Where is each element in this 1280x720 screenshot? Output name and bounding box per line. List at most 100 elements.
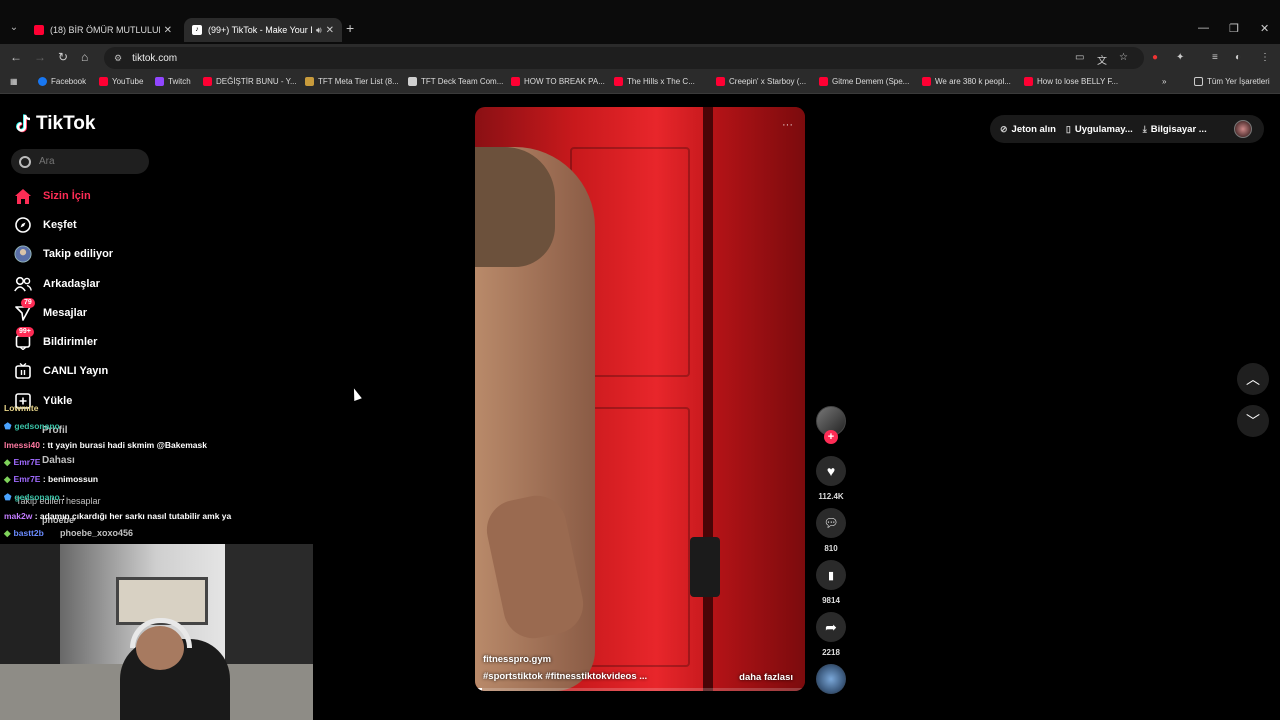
minimize-icon[interactable]: — xyxy=(1198,22,1209,34)
browser-tab-strip: ⌄ (18) BİR ÖMÜR MUTLULUKLAR ✕ ♪ (99+) Ti… xyxy=(0,0,1280,44)
forward-icon[interactable]: → xyxy=(34,50,46,64)
person-hair xyxy=(475,147,555,267)
window-close-icon[interactable]: ✕ xyxy=(1260,22,1269,35)
nav-live[interactable]: CANLI Yayın xyxy=(14,362,108,380)
nav-notifications[interactable]: 99+ Bildirimler xyxy=(14,327,97,351)
back-icon[interactable]: ← xyxy=(10,50,22,64)
bookmarks-overflow-icon[interactable]: » xyxy=(1162,77,1166,86)
bookmark-tft-deck[interactable]: TFT Deck Team Com... xyxy=(408,77,503,86)
nav-more[interactable]: Dahası xyxy=(42,455,75,466)
bookmark-gitme-demem[interactable]: Gitme Demem (Spe... xyxy=(819,77,909,86)
bookmark-the-hills[interactable]: The Hills x The C... xyxy=(614,77,695,86)
youtube-icon xyxy=(819,77,828,86)
video-more-menu-icon[interactable]: ··· xyxy=(782,119,793,131)
nav-for-you[interactable]: Sizin İçin xyxy=(14,187,91,205)
bookmarks-bar: ▦ Facebook YouTube Twitch DEĞİŞTİR BUNU … xyxy=(0,72,1280,94)
download-icon: ⤓ xyxy=(1142,123,1147,134)
bookmark-how-to-break[interactable]: HOW TO BREAK PA... xyxy=(511,77,605,86)
bookmark-youtube[interactable]: YouTube xyxy=(99,77,143,86)
chat-text: : xyxy=(59,492,65,502)
nav-friends[interactable]: Arkadaşlar xyxy=(14,275,100,293)
door-right xyxy=(713,107,805,691)
following-avatar-icon xyxy=(14,245,32,263)
share-button[interactable]: ➦ xyxy=(816,612,846,642)
previous-video-button[interactable]: ︿ xyxy=(1237,363,1269,395)
nav-explore[interactable]: Keşfet xyxy=(14,216,77,234)
tab-close-icon[interactable]: ✕ xyxy=(326,25,334,36)
get-app-button[interactable]: ▯ Uygulamay... xyxy=(1066,124,1133,135)
tft-deck-icon xyxy=(408,77,417,86)
video-progress-bar[interactable] xyxy=(475,688,805,691)
nav-messages[interactable]: 79 Mesajlar xyxy=(14,298,87,322)
chevron-down-icon: ﹀ xyxy=(1246,413,1260,429)
messages-badge: 79 xyxy=(21,298,35,308)
search-input[interactable] xyxy=(39,156,139,167)
chat-text: : adamın çıkardığı her sarkı nasıl tutab… xyxy=(32,511,232,521)
video-more-link[interactable]: daha fazlası xyxy=(739,672,793,683)
video-player[interactable]: ··· fitnesspro.gym #sportstiktok #fitnes… xyxy=(475,107,805,691)
bookmark-label: DEĞİŞTİR BUNU - Y... xyxy=(216,77,297,86)
desktop-app-button[interactable]: ⤓ Bilgisayar ... xyxy=(1143,124,1207,135)
nav-label: CANLI Yayın xyxy=(43,365,109,377)
mod-shield-icon: ⬟ xyxy=(4,492,12,502)
comment-count: 810 xyxy=(824,544,838,553)
share-count: 2218 xyxy=(822,648,840,657)
next-video-button[interactable]: ﹀ xyxy=(1237,405,1269,437)
nav-following[interactable]: Takip ediliyor xyxy=(14,245,113,263)
music-disc-icon[interactable] xyxy=(816,664,846,694)
nav-label: Sizin İçin xyxy=(43,190,91,202)
bookmark-label: HOW TO BREAK PA... xyxy=(524,77,605,86)
comment-button[interactable]: 💬︎ xyxy=(816,508,846,538)
site-info-icon[interactable]: ⚙ xyxy=(114,53,122,64)
bookmark-facebook[interactable]: Facebook xyxy=(38,77,86,86)
bookmark-380k[interactable]: We are 380 k peopl... xyxy=(922,77,1011,86)
save-button[interactable]: ▮ xyxy=(816,560,846,590)
tab-close-icon[interactable]: ✕ xyxy=(164,25,172,36)
desktop-app-label: Bilgisayar ... xyxy=(1150,123,1207,135)
reload-icon[interactable]: ↻ xyxy=(58,50,68,64)
translate-icon[interactable]: 文 xyxy=(1097,52,1107,67)
bookmark-degistir[interactable]: DEĞİŞTİR BUNU - Y... xyxy=(203,77,297,86)
folder-icon xyxy=(1194,77,1203,86)
apps-icon[interactable]: ▦ xyxy=(10,77,18,86)
bookmark-twitch[interactable]: Twitch xyxy=(155,77,191,86)
like-button[interactable]: ♥ xyxy=(816,456,846,486)
tab-title: (99+) TikTok - Make Your Da xyxy=(208,25,312,35)
bookmark-label: TFT Meta Tier List (8... xyxy=(318,77,399,86)
star-icon[interactable]: ☆ xyxy=(1119,52,1128,63)
chat-message: ◆ Emr7E : benimossun xyxy=(4,474,98,485)
speaker-icon[interactable]: 🔊︎ xyxy=(316,25,322,36)
followed-account-2[interactable]: phoebe_xoxo456 xyxy=(60,528,133,538)
chat-message: ⬟ gedsonano : xyxy=(4,492,65,503)
extensions-icon[interactable]: ✦ xyxy=(1176,52,1184,63)
youtube-icon xyxy=(1024,77,1033,86)
restore-icon[interactable]: ❐ xyxy=(1229,22,1239,35)
chat-username: lmessi40 xyxy=(4,440,40,450)
tab-tiktok[interactable]: ♪ (99+) TikTok - Make Your Da 🔊︎ ✕ xyxy=(184,18,342,42)
follow-plus-icon[interactable]: + xyxy=(824,430,838,444)
chat-text: : benimossun xyxy=(40,474,99,484)
extension-red-icon[interactable]: ● xyxy=(1152,52,1158,63)
new-tab-button[interactable]: + xyxy=(346,20,354,36)
profile-icon[interactable]: ◐ xyxy=(1235,52,1241,63)
menu-icon[interactable]: ⋮ xyxy=(1260,52,1270,63)
tiktok-logo[interactable]: TikTok xyxy=(16,113,95,135)
home-icon xyxy=(14,187,32,205)
door-handle xyxy=(690,537,720,597)
all-bookmarks[interactable]: Tüm Yer İşaretleri xyxy=(1194,77,1270,86)
media-icon[interactable]: ≡ xyxy=(1212,52,1218,63)
search-box[interactable] xyxy=(11,149,149,174)
bookmark-creepin[interactable]: Creepin' x Starboy (... xyxy=(716,77,806,86)
tab-search-icon[interactable]: ⌄ xyxy=(6,20,22,36)
chat-username: bastt2b xyxy=(13,528,44,538)
user-avatar[interactable] xyxy=(1234,120,1252,138)
bookmark-tft-meta[interactable]: TFT Meta Tier List (8... xyxy=(305,77,399,86)
video-hashtags[interactable]: #sportstiktok #fitnesstiktokvideos ... xyxy=(483,671,647,682)
bookmark-belly[interactable]: How to lose BELLY F... xyxy=(1024,77,1118,86)
video-author[interactable]: fitnesspro.gym xyxy=(483,654,551,665)
get-coins-button[interactable]: ⊘ Jeton alın xyxy=(1000,124,1056,135)
tab-youtube[interactable]: (18) BİR ÖMÜR MUTLULUKLAR ✕ xyxy=(26,18,180,42)
cast-icon[interactable]: ▭ xyxy=(1075,52,1084,63)
home-icon[interactable]: ⌂ xyxy=(81,50,88,64)
address-bar[interactable]: ⚙ tiktok.com xyxy=(104,47,1144,69)
